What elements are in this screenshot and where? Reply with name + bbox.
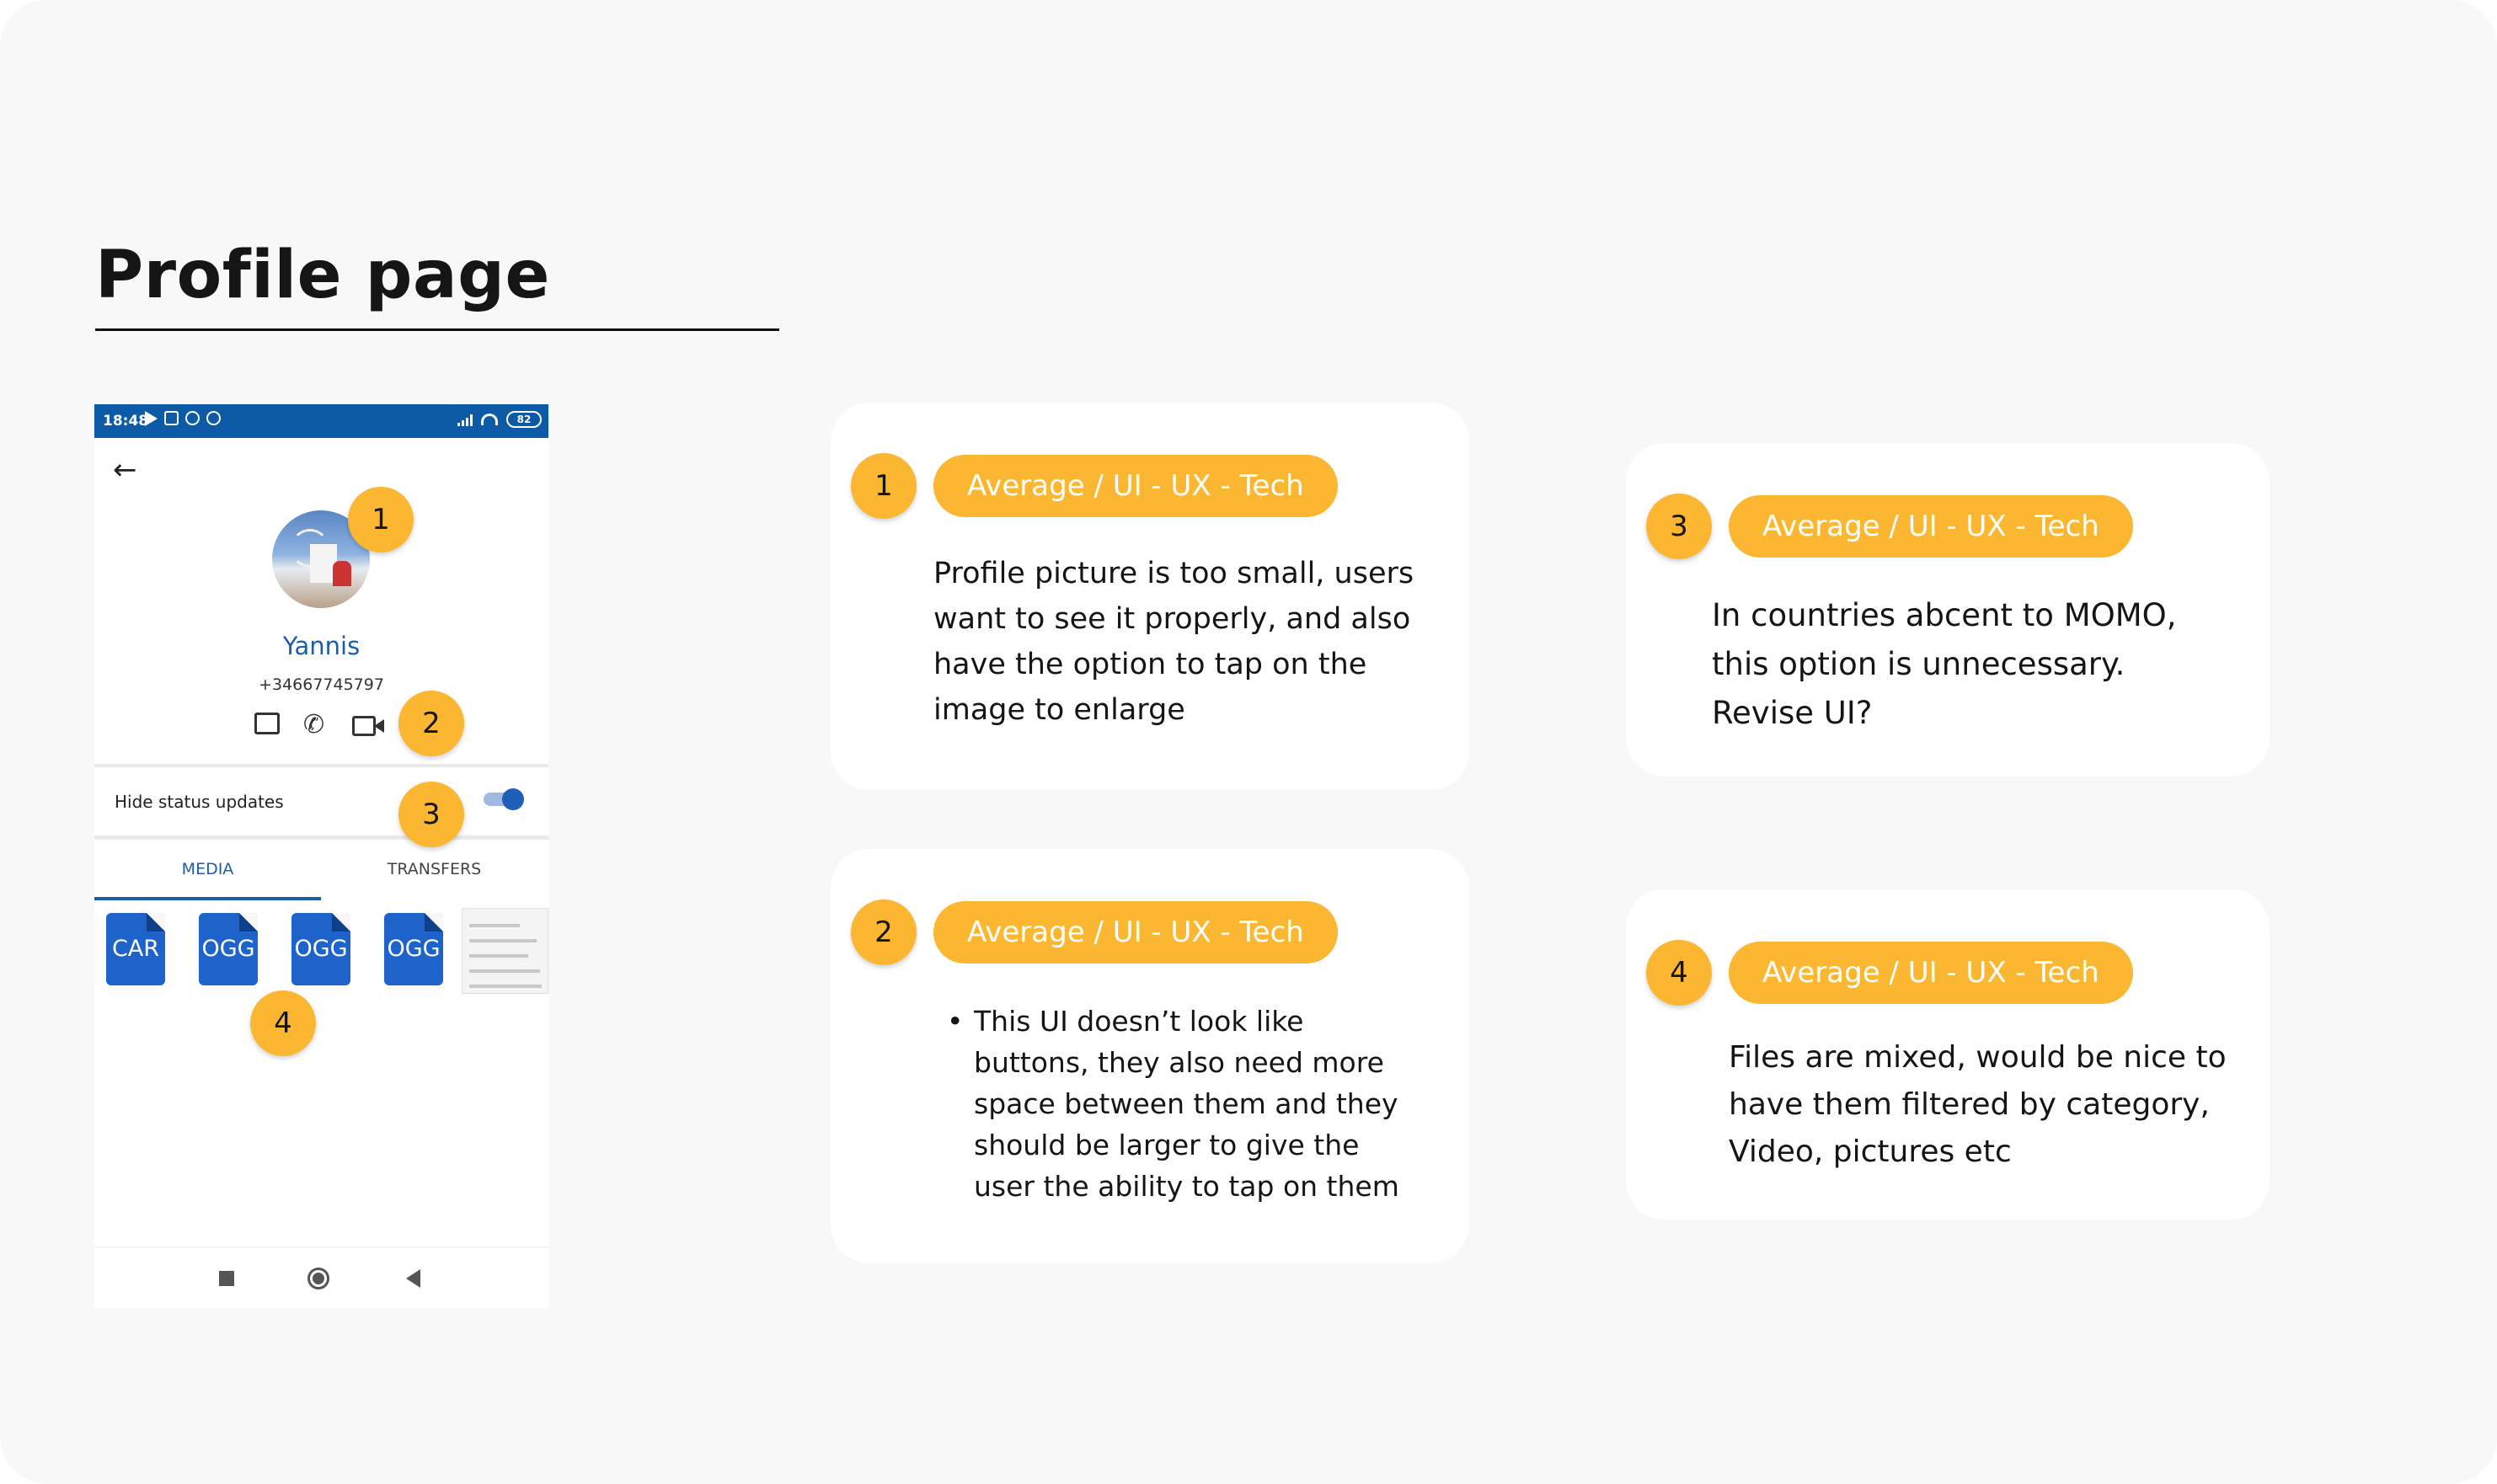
tab-transfers[interactable]: TRANSFERS (321, 860, 548, 878)
thumb-line (469, 939, 537, 942)
card-number: 2 (851, 899, 917, 965)
back-nav-icon[interactable] (406, 1269, 420, 1288)
chat-icon (254, 713, 280, 734)
avatar-people (333, 561, 351, 586)
file-thumbnail[interactable]: OGG (199, 913, 258, 985)
back-arrow-icon[interactable]: ← (113, 453, 137, 487)
phone-screenshot: 18:48 82 ← Yannis +34667745797 ✆ Hide st… (94, 404, 548, 1308)
divider (94, 835, 548, 840)
signal-icon (457, 413, 473, 426)
call-button[interactable]: ✆ (303, 713, 332, 739)
media-grid: CAR OGG OGG OGG (106, 913, 443, 985)
severity-tag: Average / UI - UX - Tech (933, 901, 1338, 964)
file-thumbnail[interactable]: OGG (291, 913, 350, 985)
severity-tag: Average / UI - UX - Tech (1729, 942, 2133, 1004)
file-thumbnail[interactable]: CAR (106, 913, 165, 985)
tab-underline (94, 897, 321, 900)
toggle-knob (502, 788, 524, 810)
severity-tag: Average / UI - UX - Tech (1729, 495, 2133, 558)
thumb-line (469, 985, 542, 988)
issue-card-3: 3 Average / UI - UX - Tech In countries … (1626, 443, 2270, 777)
marker-2: 2 (398, 691, 464, 756)
status-bar: 18:48 82 (94, 404, 548, 438)
whatsapp-icon (206, 411, 221, 425)
system-icons: 82 (457, 411, 542, 428)
card-description: In countries abcent to MOMO, this option… (1712, 597, 2177, 731)
notification-icons (145, 411, 221, 426)
status-time: 18:48 (103, 413, 149, 430)
card-number: 1 (851, 453, 917, 519)
file-thumbnail[interactable]: OGG (384, 913, 443, 985)
home-nav-icon[interactable] (307, 1268, 329, 1289)
marker-1: 1 (348, 487, 414, 552)
wifi-icon (481, 414, 498, 425)
page-title: Profile page (95, 238, 550, 313)
square-nav-icon[interactable] (219, 1271, 234, 1286)
video-call-button[interactable] (352, 713, 384, 739)
card-number: 4 (1646, 940, 1712, 1006)
hide-status-label: Hide status updates (115, 792, 284, 812)
screenshot-thumbnail[interactable] (462, 908, 548, 994)
card-description: Files are mixed, would be nice to have t… (1729, 1040, 2227, 1169)
pinterest-icon (185, 411, 200, 425)
tab-media[interactable]: MEDIA (94, 860, 321, 878)
issue-card-4: 4 Average / UI - UX - Tech Files are mix… (1626, 889, 2270, 1220)
card-number: 3 (1646, 494, 1712, 559)
battery-icon: 82 (506, 411, 542, 428)
title-divider (95, 328, 779, 331)
video-lens (374, 719, 384, 733)
issue-card-2: 2 Average / UI - UX - Tech This UI doesn… (831, 849, 1469, 1263)
issue-card-1: 1 Average / UI - UX - Tech Profile pictu… (831, 403, 1469, 790)
thumb-line (469, 954, 528, 958)
divider (94, 764, 548, 767)
card-description: This UI doesn’t look like buttons, they … (933, 1001, 1405, 1207)
play-icon (145, 411, 158, 426)
contact-actions: ✆ (254, 713, 384, 739)
card-description: Profile picture is too small, users want… (933, 557, 1414, 727)
severity-tag: Average / UI - UX - Tech (933, 455, 1338, 517)
app-icon (164, 411, 179, 425)
video-icon (352, 716, 376, 736)
profile-name: Yannis (282, 632, 361, 660)
thumb-line (469, 924, 520, 927)
phone-icon: ✆ (303, 710, 325, 739)
chat-button[interactable] (254, 713, 283, 739)
thumb-line (469, 969, 540, 973)
marker-4: 4 (250, 990, 316, 1056)
marker-3: 3 (398, 782, 464, 847)
android-nav-bar (94, 1246, 548, 1308)
profile-phone: +34667745797 (259, 675, 384, 694)
hide-status-toggle[interactable] (484, 788, 526, 810)
